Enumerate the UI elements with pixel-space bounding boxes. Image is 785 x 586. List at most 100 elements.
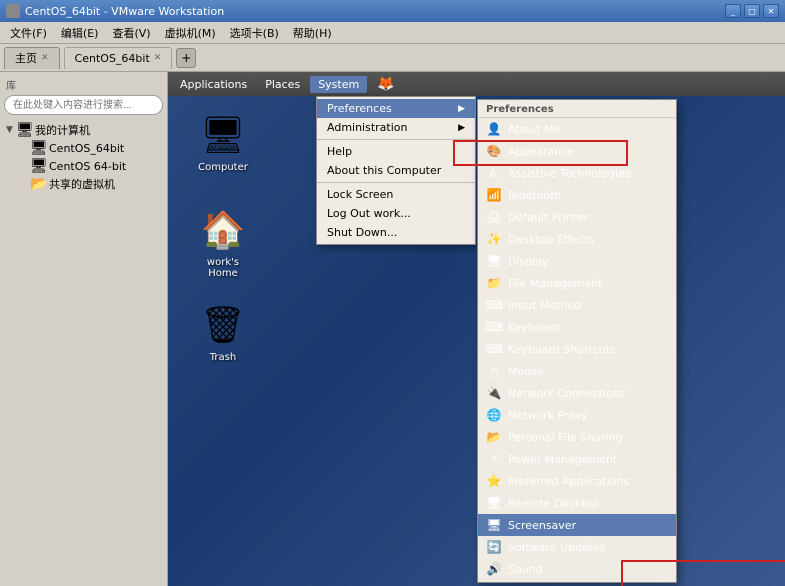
menu-edit[interactable]: 编辑(E) [55,23,105,43]
tab-home-close[interactable]: ✕ [41,53,49,63]
tab-home[interactable]: 主页 ✕ [4,47,60,69]
pref-preferred-apps[interactable]: ⭐ Preferred Applications [478,470,676,492]
panel-applications[interactable]: Applications [172,76,255,93]
gnome-panel: Applications Places System 🦊 [168,72,785,96]
assistive-icon: ♿ [486,165,502,181]
menu-item-lockscreen[interactable]: Lock Screen [317,185,475,204]
desktop: Applications Places System 🦊 🖥 Computer … [168,72,785,586]
screensaver-icon: 🖥 [486,517,502,533]
title-bar-text: CentOS_64bit - VMware Workstation [25,5,725,18]
tree-item-centos64[interactable]: 🖥 CentOS_64bit [18,139,163,157]
desktop-icon-home[interactable]: 🏠 work's Home [188,202,258,284]
keyboard-shortcuts-icon: ⌨ [486,341,502,357]
software-updates-icon: 🔄 [486,539,502,555]
tab-centos[interactable]: CentOS_64bit ✕ [64,47,173,69]
preferences-arrow: ▶ [458,104,465,114]
pref-file-management[interactable]: 📁 File Management [478,272,676,294]
menu-vm[interactable]: 虚拟机(M) [159,23,222,43]
pref-display[interactable]: 🖥 Display [478,250,676,272]
vm-small-icon-2: 🖥 [30,158,46,174]
pref-screensaver[interactable]: 🖥 Screensaver [478,514,676,536]
computer-desktop-icon: 🖥 [199,111,247,159]
tab-centos-close[interactable]: ✕ [154,53,162,63]
pref-appearance[interactable]: 🎨 Appearance [478,140,676,162]
file-sharing-icon: 📂 [486,429,502,445]
computer-icon: 🖥 [16,122,32,138]
window-controls: _ □ ✕ [725,4,779,18]
tree-root-label: 我的计算机 [35,122,90,138]
trash-desktop-icon: 🗑 [199,301,247,349]
tree-children: 🖥 CentOS_64bit 🖥 CentOS 64-bit 📂 共享的虚拟机 [4,139,163,193]
title-bar: CentOS_64bit - VMware Workstation _ □ ✕ [0,0,785,22]
preferences-submenu: Preferences 👤 About Me 🎨 Appearance ♿ [477,99,677,583]
pref-keyboard[interactable]: ⌨ Keyboard [478,316,676,338]
menu-item-logout[interactable]: Log Out work... [317,204,475,223]
sidebar-search[interactable] [4,95,163,115]
pref-mouse[interactable]: 🖱 Mouse [478,360,676,382]
tree-item-centos64bit[interactable]: 🖥 CentOS 64-bit [18,157,163,175]
computer-icon-label: Computer [195,161,251,174]
pref-personal-file-sharing[interactable]: 📂 Personal File Sharing [478,426,676,448]
preferred-apps-icon: ⭐ [486,473,502,489]
pref-software-updates[interactable]: 🔄 Software Updates [478,536,676,558]
home-icon-label: work's Home [192,256,254,280]
pref-network-connections[interactable]: 🔌 Network Connections [478,382,676,404]
bluetooth-icon: 📶 [486,187,502,203]
menu-item-about[interactable]: About this Computer [317,161,475,180]
tree-root[interactable]: ▼ 🖥 我的计算机 [4,121,163,139]
pref-desktop-effects[interactable]: ✨ Desktop Effects [478,228,676,250]
close-button[interactable]: ✕ [763,4,779,18]
trash-icon-label: Trash [207,351,239,364]
about-me-icon: 👤 [486,121,502,137]
menu-item-preferences[interactable]: Preferences ▶ Preferences 👤 About Me 🎨 [317,99,475,118]
menu-help[interactable]: 帮助(H) [287,23,338,43]
tree-item-shared[interactable]: 📂 共享的虚拟机 [18,175,163,193]
network-proxy-icon: 🌐 [486,407,502,423]
panel-system[interactable]: System [310,76,367,93]
menu-bar: 文件(F) 编辑(E) 查看(V) 虚拟机(M) 选项卡(B) 帮助(H) [0,22,785,44]
administration-arrow: ▶ [458,123,465,133]
firefox-icon[interactable]: 🦊 [377,76,394,92]
menu-tabs[interactable]: 选项卡(B) [224,23,285,43]
pref-about-me[interactable]: 👤 About Me [478,118,676,140]
minimize-button[interactable]: _ [725,4,741,18]
sound-icon: 🔊 [486,561,502,577]
desktop-icon-computer[interactable]: 🖥 Computer [188,107,258,178]
menu-view[interactable]: 查看(V) [106,23,156,43]
maximize-button[interactable]: □ [744,4,760,18]
pref-remote-desktop[interactable]: 🖥 Remote Desktop [478,492,676,514]
menu-item-administration[interactable]: Administration ▶ [317,118,475,137]
vm-small-icon-1: 🖥 [30,140,46,156]
tree-arrow-root: ▼ [6,125,16,135]
preferences-label: Preferences [327,102,392,115]
pref-keyboard-shortcuts[interactable]: ⌨ Keyboard Shortcuts [478,338,676,360]
pref-power-management[interactable]: ⚡ Power Management [478,448,676,470]
keyboard-icon: ⌨ [486,319,502,335]
system-menu-dropdown: Preferences ▶ Preferences 👤 About Me 🎨 [316,96,476,245]
new-tab-button[interactable]: + [176,48,196,68]
pref-bluetooth[interactable]: 📶 Bluetooth [478,184,676,206]
sidebar-tree: ▼ 🖥 我的计算机 🖥 CentOS_64bit 🖥 CentOS 64-bit [4,121,163,193]
shared-icon: 📂 [30,176,46,192]
pref-sound[interactable]: 🔊 Sound [478,558,676,580]
main-container: 库 ▼ 🖥 我的计算机 🖥 CentOS_64bit 🖥 CentOS 64-b… [0,72,785,586]
effects-icon: ✨ [486,231,502,247]
menu-item-shutdown[interactable]: Shut Down... [317,223,475,242]
network-connections-icon: 🔌 [486,385,502,401]
pref-input-method[interactable]: ⌨ Input Method [478,294,676,316]
pref-assistive-tech[interactable]: ♿ Assistive Technologies [478,162,676,184]
pref-default-printer[interactable]: 🖨 Default Printer [478,206,676,228]
panel-places[interactable]: Places [257,76,308,93]
menu-separator-2 [317,182,475,183]
menu-file[interactable]: 文件(F) [4,23,53,43]
prefs-header: Preferences [478,102,676,118]
desktop-icon-trash[interactable]: 🗑 Trash [188,297,258,368]
sidebar: 库 ▼ 🖥 我的计算机 🖥 CentOS_64bit 🖥 CentOS 64-b… [0,72,168,586]
menu-separator-1 [317,139,475,140]
pref-network-proxy[interactable]: 🌐 Network Proxy [478,404,676,426]
tree-label-shared: 共享的虚拟机 [49,176,115,192]
remote-desktop-icon: 🖥 [486,495,502,511]
menu-item-help[interactable]: Help [317,142,475,161]
tree-label-centos64bit: CentOS 64-bit [49,160,126,173]
power-icon: ⚡ [486,451,502,467]
